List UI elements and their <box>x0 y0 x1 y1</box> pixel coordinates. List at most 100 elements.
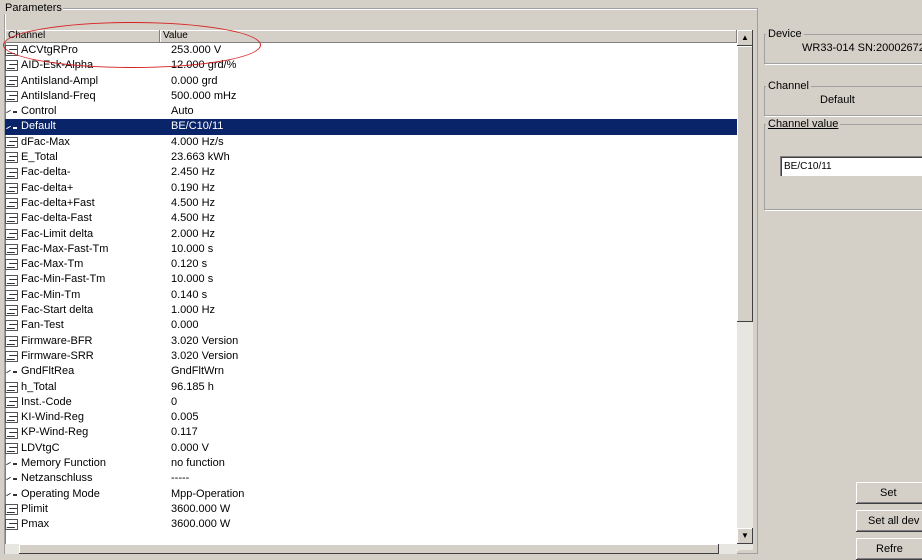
table-row[interactable]: Pmax 3600.000 W <box>5 517 737 532</box>
scroll-down-button[interactable]: ▼ <box>737 528 753 544</box>
table-row[interactable]: Memory Function no function <box>5 456 737 471</box>
channel-name-label: Control <box>21 105 57 118</box>
parameters-title: Parameters <box>4 2 63 14</box>
channel-cell: Fac-Min-Fast-Tm <box>5 272 160 287</box>
channel-name-label: Fac-Max-Tm <box>21 258 84 271</box>
channel-name-label: Memory Function <box>21 457 106 470</box>
graph-icon <box>5 519 18 531</box>
channel-name-label: Fac-delta-Fast <box>21 212 92 225</box>
channel-name-label: Pmax <box>21 518 50 531</box>
table-row[interactable]: Fac-delta- 2.450 Hz <box>5 165 737 180</box>
graph-icon <box>5 442 18 454</box>
table-row[interactable]: AntiIsland-Freq 500.000 mHz <box>5 89 737 104</box>
value-cell: 0.117 <box>171 426 198 439</box>
channel-name-label: Fac-Min-Tm <box>21 288 81 301</box>
table-row[interactable]: GndFltRea GndFltWrn <box>5 364 737 379</box>
channel-cell: Inst.-Code <box>5 395 160 410</box>
channel-cell: Default <box>5 119 160 134</box>
table-row[interactable]: Netzanschluss ----- <box>5 471 737 486</box>
value-cell: 3.020 Version <box>171 349 239 362</box>
channel-name-label: Fac-Max-Fast-Tm <box>21 242 109 255</box>
table-row[interactable]: Fan-Test 0.000 <box>5 318 737 333</box>
value-cell: 0.000 <box>171 319 199 332</box>
text-icon <box>5 489 18 500</box>
set-button[interactable]: Set <box>856 482 922 504</box>
table-row[interactable]: KP-Wind-Reg 0.117 <box>5 425 737 440</box>
channel-cell: KI-Wind-Reg <box>5 410 160 425</box>
table-row[interactable]: LDVtgC 0.000 V <box>5 441 737 456</box>
table-row[interactable]: dFac-Max 4.000 Hz/s <box>5 135 737 150</box>
channel-cell: Firmware-BFR <box>5 334 160 349</box>
value-cell: 4.000 Hz/s <box>171 135 224 148</box>
channel-cell: Netzanschluss <box>5 471 160 486</box>
table-row[interactable]: ACVtgRPro 253.000 V <box>5 43 737 58</box>
channel-name-label: ACVtgRPro <box>21 44 78 56</box>
graph-icon <box>5 244 18 255</box>
refresh-button[interactable]: Refre <box>856 538 922 560</box>
parameter-rows: ACVtgRPro 253.000 V AID-Esk-Alpha 12.000 gr… <box>5 43 737 533</box>
value-cell: 500.000 mHz <box>171 89 237 102</box>
value-cell: 3600.000 W <box>171 502 231 515</box>
channel-name-label: Fac-Limit delta <box>21 227 94 240</box>
graph-icon <box>5 75 18 87</box>
value-cell: 3.020 Version <box>171 334 239 347</box>
channel-name-label: Fan-Test <box>21 319 64 332</box>
channel-cell: Memory Function <box>5 456 160 471</box>
table-row[interactable]: Fac-Min-Tm 0.140 s <box>5 288 737 303</box>
value-cell: 0.140 s <box>171 288 208 301</box>
table-row[interactable]: Operating Mode Mpp-Operation <box>5 487 737 502</box>
channel-cell: Fan-Test <box>5 318 160 333</box>
channel-name-label: LDVtgC <box>21 441 60 454</box>
horizontal-scrollbar[interactable] <box>5 544 737 554</box>
graph-icon <box>5 381 18 393</box>
channel-cell: GndFltRea <box>5 364 160 379</box>
graph-icon <box>5 305 18 317</box>
table-row[interactable]: Fac-Min-Fast-Tm 10.000 s <box>5 272 737 287</box>
table-row[interactable]: Default BE/C10/11 <box>5 119 737 135</box>
vertical-scrollbar[interactable]: ▲ ▼ <box>737 30 753 550</box>
table-row[interactable]: Inst.-Code 0 <box>5 395 737 410</box>
table-row[interactable]: Fac-Max-Tm 0.120 s <box>5 257 737 272</box>
column-header-value[interactable]: Value <box>160 30 737 42</box>
channel-name-label: KP-Wind-Reg <box>21 426 89 439</box>
value-cell: 0.005 <box>171 411 199 424</box>
value-cell: 0.120 s <box>171 258 208 271</box>
set-all-devices-button[interactable]: Set all dev <box>856 510 922 532</box>
scroll-up-button[interactable]: ▲ <box>737 30 753 46</box>
table-row[interactable]: AID-Esk-Alpha 12.000 grd/% <box>5 58 737 73</box>
value-cell: BE/C10/11 <box>171 120 224 133</box>
table-row[interactable]: Fac-Max-Fast-Tm 10.000 s <box>5 242 737 257</box>
table-row[interactable]: h_Total 96.185 h <box>5 380 737 395</box>
scroll-thumb[interactable] <box>737 46 753 322</box>
channel-title: Channel <box>766 80 811 92</box>
channel-cell: dFac-Max <box>5 135 160 150</box>
value-cell: 3600.000 W <box>171 518 231 531</box>
table-row[interactable]: Control Auto <box>5 104 737 119</box>
table-row[interactable]: Firmware-SRR 3.020 Version <box>5 349 737 364</box>
graph-icon <box>5 136 18 148</box>
table-row[interactable]: Fac-Start delta 1.000 Hz <box>5 303 737 318</box>
channel-value-input[interactable]: BE/C10/11 <box>780 156 922 176</box>
value-cell: no function <box>171 457 225 470</box>
graph-icon <box>5 427 18 439</box>
table-row[interactable]: Fac-delta+Fast 4.500 Hz <box>5 196 737 211</box>
channel-cell: Fac-Limit delta <box>5 227 160 242</box>
graph-icon <box>5 60 18 72</box>
horizontal-scroll-thumb[interactable] <box>19 544 719 554</box>
table-row[interactable]: Fac-delta-Fast 4.500 Hz <box>5 211 737 226</box>
table-row[interactable]: Plimit 3600.000 W <box>5 502 737 517</box>
table-row[interactable]: Fac-Limit delta 2.000 Hz <box>5 227 737 242</box>
channel-cell: Operating Mode <box>5 487 160 502</box>
column-header-channel[interactable]: Channel <box>5 30 160 42</box>
table-row[interactable]: Fac-delta+ 0.190 Hz <box>5 181 737 196</box>
value-cell: 1.000 Hz <box>171 304 216 317</box>
channel-cell: h_Total <box>5 380 160 395</box>
graph-icon <box>5 274 18 286</box>
channel-cell: AntiIsland-Freq <box>5 89 160 104</box>
table-row[interactable]: KI-Wind-Reg 0.005 <box>5 410 737 425</box>
table-row[interactable]: AntiIsland-Ampl 0.000 grd <box>5 74 737 89</box>
table-row[interactable]: E_Total 23.663 kWh <box>5 150 737 165</box>
graph-icon <box>5 335 18 347</box>
table-row[interactable]: Firmware-BFR 3.020 Version <box>5 334 737 349</box>
channel-name-label: Firmware-SRR <box>21 349 94 362</box>
